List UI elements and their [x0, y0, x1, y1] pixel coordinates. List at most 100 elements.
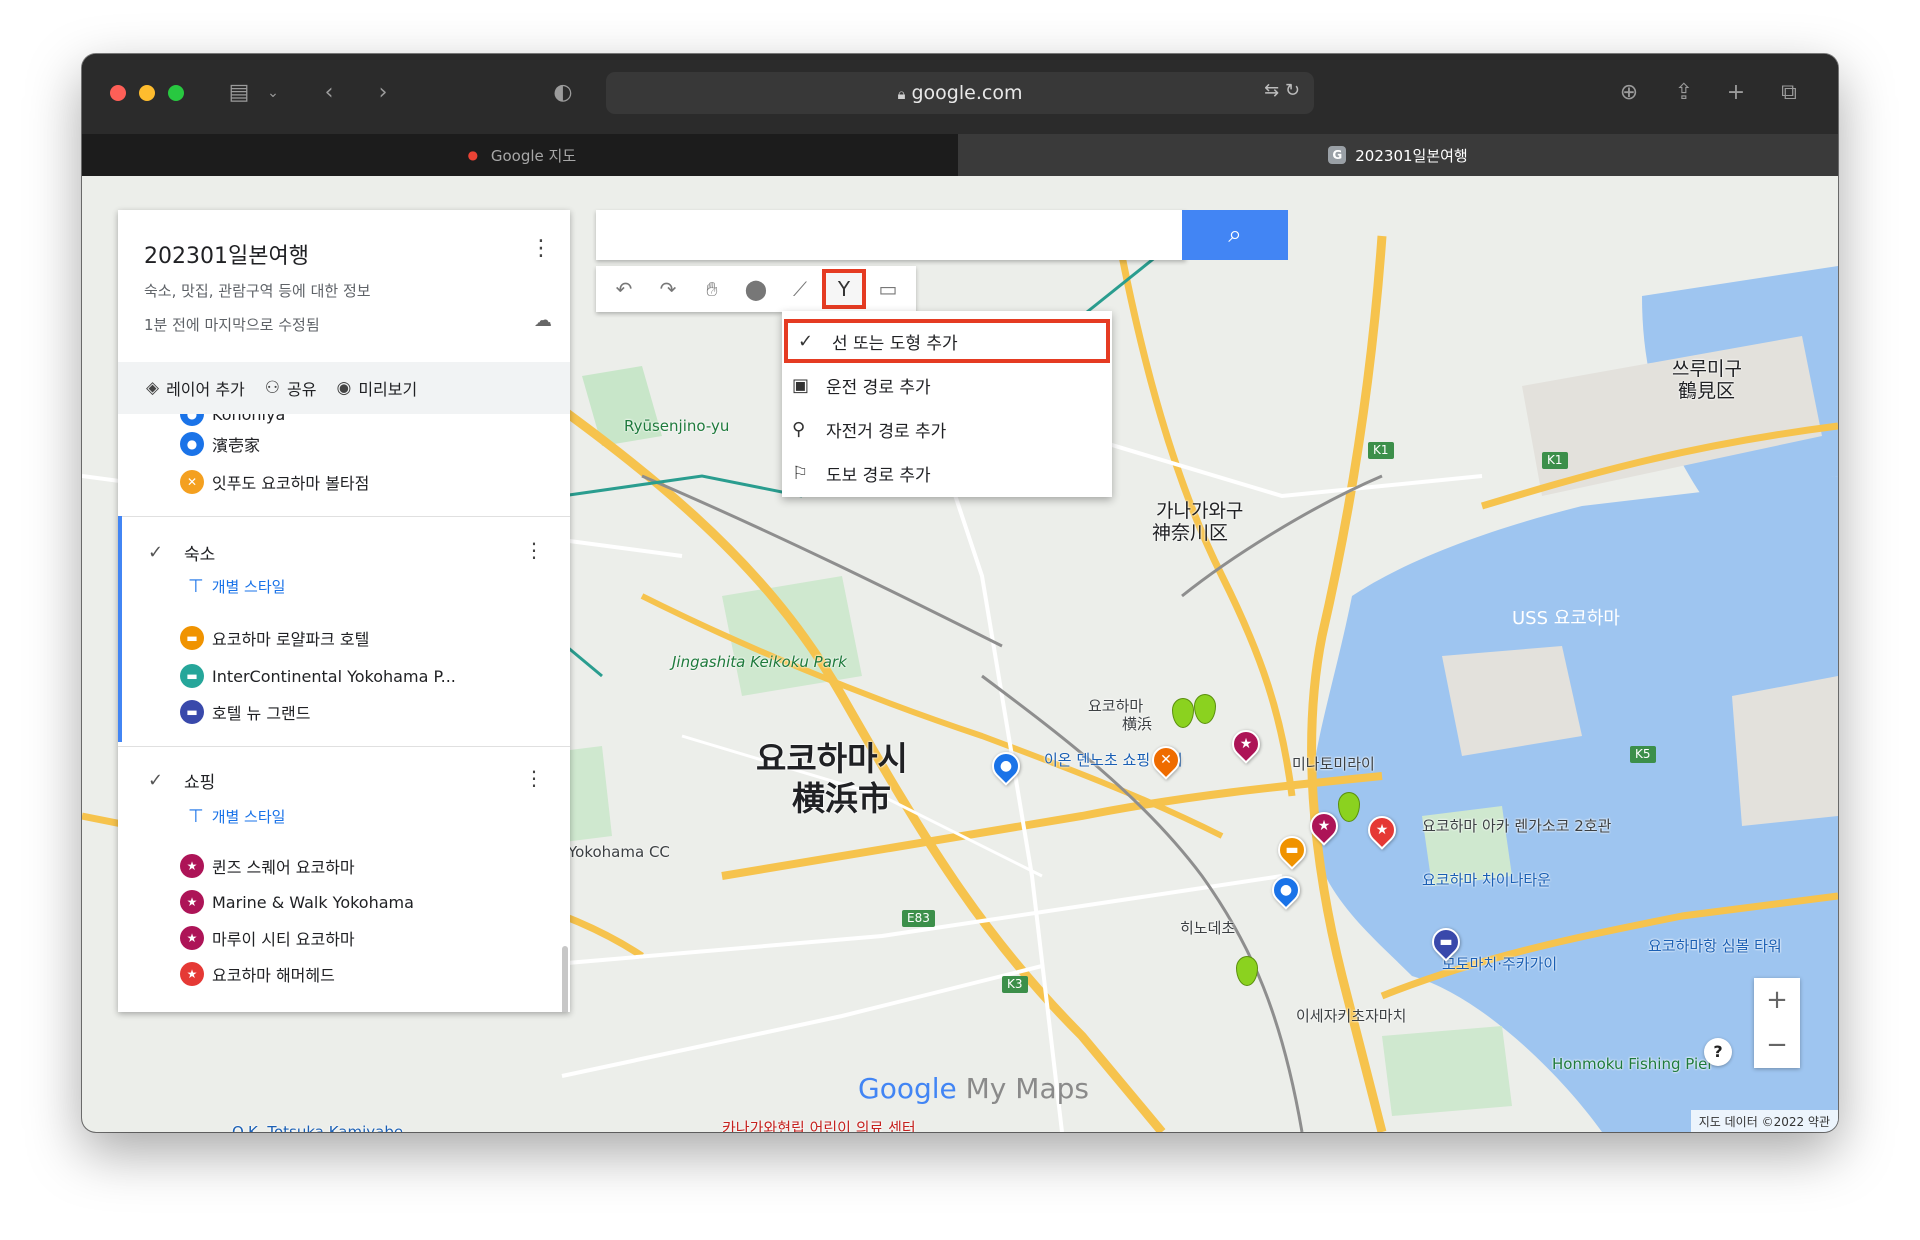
star-icon: ★	[180, 926, 204, 950]
add-directions-icon[interactable]: Y	[822, 269, 866, 309]
translate-reload-icons[interactable]: ⇆ ↻	[1264, 80, 1300, 101]
minimize-window-button[interactable]	[139, 85, 155, 101]
city-label-ja: 横浜市	[792, 779, 891, 818]
zoom-out-button[interactable]: −	[1754, 1023, 1800, 1068]
layer-options-icon[interactable]: ⋮	[524, 766, 544, 790]
paint-roller-icon: ⊤	[188, 806, 204, 827]
layer-visibility-checkbox[interactable]: ✓	[148, 770, 170, 792]
list-item[interactable]: ● Konohiya	[180, 414, 285, 426]
tab-overview-icon[interactable]: ⧉	[1772, 76, 1806, 110]
back-icon[interactable]: ‹	[312, 76, 346, 110]
add-person-icon: ⚇	[264, 378, 281, 398]
road-sign: K1	[1368, 442, 1394, 459]
undo-icon[interactable]: ↶	[602, 269, 646, 309]
add-layer-button[interactable]: ◈ 레이어 추가	[146, 376, 245, 400]
layer-visibility-checkbox[interactable]: ✓	[148, 542, 170, 564]
poi-label: USS 요코하마	[1512, 608, 1620, 629]
hand-icon[interactable]: ✋︎	[690, 269, 734, 309]
walking-icon: ⚐	[792, 462, 809, 484]
area-label: 이세자키초자마치	[1296, 1007, 1407, 1025]
menu-item-label: 선 또는 도형 추가	[832, 333, 958, 354]
tab-google-maps[interactable]: ● Google 지도	[82, 134, 958, 176]
layer-header-shopping[interactable]: ✓ 쇼핑	[148, 768, 215, 794]
lock-icon: 🔒︎	[897, 85, 906, 103]
panel-scrollbar[interactable]	[562, 946, 568, 1012]
forward-icon[interactable]: ›	[366, 76, 400, 110]
more-options-icon[interactable]: ⋮	[530, 238, 552, 260]
layer-style-link[interactable]: ⊤ 개별 스타일	[188, 806, 285, 827]
place-pin-icon: ●	[180, 432, 204, 456]
add-marker-icon[interactable]: ⬤	[734, 269, 778, 309]
menu-item-driving-route[interactable]: ▣ 운전 경로 추가	[782, 363, 1112, 407]
poi-label: 모토마치·주카가이	[1442, 955, 1558, 973]
hotel-icon: ▬	[180, 700, 204, 724]
layers-icon: ◈	[146, 378, 160, 398]
address-bar[interactable]: 🔒︎ google.com ⇆ ↻	[606, 72, 1314, 114]
draw-line-icon[interactable]: ⟋	[778, 269, 822, 309]
search-icon: ⌕	[1228, 220, 1242, 248]
layers-list[interactable]: ● Konohiya ● 濱壱家 ✕ 잇푸도 요코하마 볼타점 ✓ 숙소 ⋮ ⊤…	[118, 414, 570, 1012]
privacy-shield-icon[interactable]: ◐	[546, 76, 580, 110]
poi-label: 요코하마 아카 렌가소코 2호관	[1422, 817, 1612, 835]
sidebar-toggle-icon[interactable]: ▤	[222, 76, 256, 110]
eye-icon: ◉	[336, 378, 352, 398]
google-mymaps-watermark: Google My Maps	[858, 1072, 1089, 1105]
hotel-icon: ▬	[180, 664, 204, 688]
help-button[interactable]: ?	[1704, 1038, 1732, 1066]
bicycle-icon: ⚲	[792, 418, 806, 440]
cloud-saved-icon: ☁︎	[534, 310, 552, 331]
tab-strip: ● Google 지도 G 202301일본여행	[82, 134, 1838, 176]
map-title[interactable]: 202301일본여행	[144, 238, 309, 270]
list-item[interactable]: ▬ 호텔 뉴 그랜드	[180, 700, 311, 724]
browser-titlebar: ▤ ⌄ ‹ › ◐ 🔒︎ google.com ⇆ ↻ ⊕ ⇪ + ⧉	[82, 54, 1838, 134]
list-item[interactable]: ★ 마루이 시티 요코하마	[180, 926, 355, 950]
list-item[interactable]: ★ 요코하마 해머헤드	[180, 962, 335, 986]
list-item[interactable]: ★ Marine & Walk Yokohama	[180, 890, 414, 914]
road-sign: K5	[1630, 746, 1656, 763]
layer-options-icon[interactable]: ⋮	[524, 538, 544, 562]
layer-style-link[interactable]: ⊤ 개별 스타일	[188, 576, 285, 597]
draw-dropdown-menu: ✓ 선 또는 도형 추가 ▣ 운전 경로 추가 ⚲ 자전거 경로 추가 ⚐ 도보…	[782, 311, 1112, 497]
map-toolbar: ↶ ↷ ✋︎ ⬤ ⟋ Y ▭	[596, 266, 916, 312]
tab-label: 202301일본여행	[1355, 146, 1468, 165]
ward-label: 가나가와구	[1156, 500, 1244, 522]
map-search-input[interactable]	[596, 210, 1186, 260]
search-button[interactable]: ⌕	[1182, 210, 1288, 260]
area-label: 미나토미라이	[1292, 755, 1375, 773]
poi-label: Ryūsenjino-yu	[624, 417, 730, 435]
menu-item-walking-route[interactable]: ⚐ 도보 경로 추가	[782, 451, 1112, 495]
list-item[interactable]: ✕ 잇푸도 요코하마 볼타점	[180, 470, 369, 494]
poi-label: Honmoku Fishing Pier	[1552, 1055, 1714, 1073]
share-icon[interactable]: ⇪	[1667, 76, 1701, 110]
poi-label: 요코하마 차이나타운	[1422, 871, 1551, 889]
area-label: 히노데초	[1180, 919, 1236, 937]
url-text: google.com	[911, 82, 1023, 104]
close-window-button[interactable]	[110, 85, 126, 101]
redo-icon[interactable]: ↷	[646, 269, 690, 309]
map-copyright[interactable]: 지도 데이터 ©2022 약관	[1690, 1110, 1838, 1132]
checkmark-icon: ✓	[798, 330, 814, 352]
tab-my-map[interactable]: G 202301일본여행	[958, 134, 1838, 176]
menu-item-add-line[interactable]: ✓ 선 또는 도형 추가	[784, 319, 1110, 363]
download-icon[interactable]: ⊕	[1612, 76, 1646, 110]
ruler-icon[interactable]: ▭	[866, 269, 910, 309]
new-tab-icon[interactable]: +	[1719, 76, 1753, 110]
star-icon: ★	[180, 962, 204, 986]
place-pin-icon: ●	[180, 414, 204, 426]
zoom-in-button[interactable]: +	[1754, 978, 1800, 1023]
list-item[interactable]: ● 濱壱家	[180, 432, 260, 456]
zoom-window-button[interactable]	[168, 85, 184, 101]
list-item[interactable]: ▬ 요코하마 로얄파크 호텔	[180, 626, 369, 650]
menu-item-bicycle-route[interactable]: ⚲ 자전거 경로 추가	[782, 407, 1112, 451]
layer-header-lodging[interactable]: ✓ 숙소	[148, 540, 215, 566]
chevron-down-icon[interactable]: ⌄	[256, 76, 290, 110]
preview-button[interactable]: ◉ 미리보기	[336, 376, 417, 400]
poi-label: O.K. Totsuka Kamiyabe	[232, 1123, 404, 1133]
google-g-icon: G	[1328, 146, 1347, 164]
map-canvas[interactable]: 요코하마시 横浜市 가나가와구 神奈川区 쓰루미구 鶴見区 USS 요코하마 요…	[82, 176, 1838, 1132]
list-item[interactable]: ▬ InterContinental Yokohama P...	[180, 664, 456, 688]
share-button[interactable]: ⚇ 공유	[265, 376, 317, 400]
list-item[interactable]: ★ 퀸즈 스퀘어 요코하마	[180, 854, 355, 878]
google-maps-pin-icon: ●	[467, 148, 479, 162]
map-description[interactable]: 숙소, 맛집, 관람구역 등에 대한 정보	[144, 280, 371, 301]
